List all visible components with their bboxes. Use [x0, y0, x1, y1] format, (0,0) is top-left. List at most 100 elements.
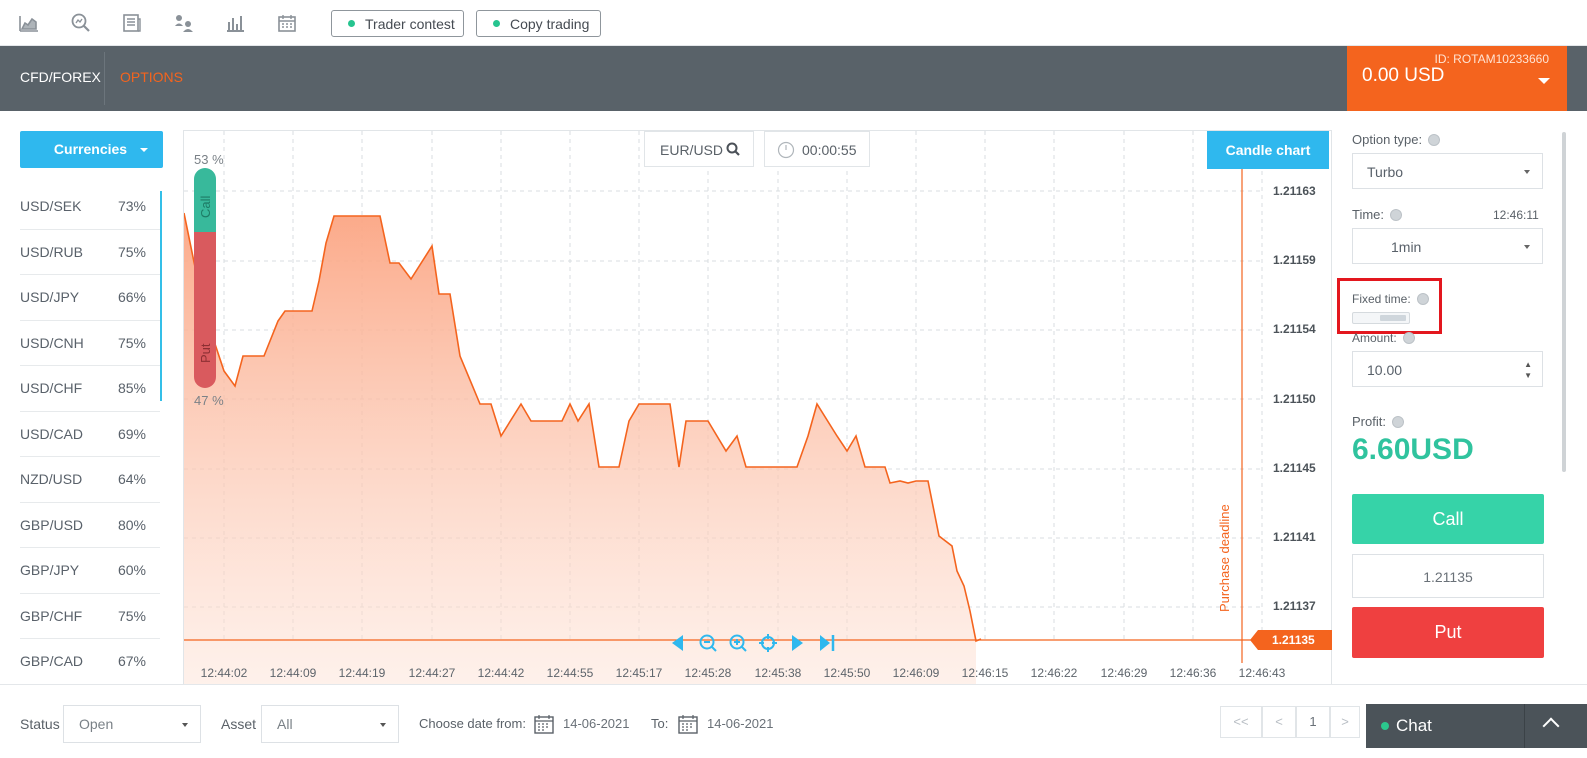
- date-from-label: Choose date from:: [419, 716, 526, 731]
- price-chart-canvas: [184, 131, 1264, 686]
- x-tick: 12:46:29: [1100, 666, 1148, 680]
- calendar-icon[interactable]: [533, 714, 555, 734]
- asset-filter-select[interactable]: All: [261, 705, 399, 743]
- help-icon[interactable]: [1390, 209, 1403, 221]
- time-label-text: Time:: [1352, 207, 1385, 222]
- fixed-time-highlight: [1337, 278, 1442, 334]
- asset-filter-label: Asset: [221, 716, 257, 732]
- trader-contest-label: Trader contest: [365, 15, 455, 32]
- amount-label-text: Amount:: [1352, 331, 1397, 345]
- pair-item[interactable]: GBP/USD 80%: [20, 503, 160, 548]
- pair-item[interactable]: NZD/USD 64%: [20, 457, 160, 503]
- fixed-time-toggle[interactable]: [1352, 312, 1410, 324]
- current-quote: 1.21135: [1352, 554, 1544, 598]
- pair-name: GBP/CAD: [20, 653, 84, 670]
- x-tick: 12:45:38: [754, 666, 802, 680]
- pair-item[interactable]: GBP/JPY 60%: [20, 548, 160, 594]
- x-tick: 12:45:17: [615, 666, 663, 680]
- pair-item[interactable]: USD/CHF 85%: [20, 366, 160, 412]
- tab-options[interactable]: OPTIONS: [120, 46, 183, 111]
- amount-input[interactable]: 10.00 ▲ ▼: [1352, 351, 1543, 387]
- chevron-down-icon: [1538, 78, 1550, 84]
- y-tick: 1.21159: [1273, 253, 1316, 267]
- date-to-input[interactable]: 14-06-2021: [707, 716, 774, 731]
- candle-chart-button[interactable]: Candle chart: [1207, 131, 1329, 169]
- balance-dropdown[interactable]: ID: ROTAM10233660 0.00 USD: [1347, 46, 1567, 111]
- crosshair-icon[interactable]: [758, 633, 778, 653]
- chat-label: Chat: [1396, 716, 1432, 735]
- status-select[interactable]: Open: [63, 705, 201, 743]
- countdown-timer: 00:00:55: [764, 131, 870, 167]
- pair-item[interactable]: USD/CNH 75%: [20, 321, 160, 366]
- pair-item[interactable]: GBP/CAD 67%: [20, 639, 160, 685]
- y-tick: 1.21154: [1273, 322, 1316, 336]
- chevron-down-icon: [380, 723, 386, 727]
- scroll-left-icon[interactable]: [668, 633, 688, 653]
- expiry-time-value: 1min: [1391, 239, 1422, 255]
- pair-list-scrollbar[interactable]: [160, 191, 162, 401]
- trader-contest-button[interactable]: Trader contest: [331, 10, 464, 37]
- amount-stepper-icon[interactable]: ▲ ▼: [1524, 359, 1532, 381]
- copy-trading-button[interactable]: Copy trading: [476, 10, 601, 37]
- pair-item[interactable]: GBP/CHF 75%: [20, 594, 160, 639]
- expiry-time-select[interactable]: 1min: [1352, 228, 1543, 264]
- amount-label: Amount:: [1352, 331, 1415, 345]
- scroll-right-icon[interactable]: [787, 633, 807, 653]
- online-dot-icon: [348, 20, 355, 27]
- x-tick: 12:46:36: [1169, 666, 1217, 680]
- pair-item[interactable]: USD/RUB 75%: [20, 230, 160, 275]
- tab-cfd-forex[interactable]: CFD/FOREX: [20, 46, 101, 111]
- option-type-label: Option type:: [1352, 132, 1441, 147]
- help-icon[interactable]: [1416, 293, 1429, 305]
- pair-item[interactable]: USD/CAD 69%: [20, 412, 160, 457]
- people-icon[interactable]: [173, 12, 195, 34]
- price-chart[interactable]: [183, 130, 1332, 686]
- help-icon[interactable]: [1391, 416, 1404, 428]
- x-tick: 12:44:09: [269, 666, 317, 680]
- pair-item[interactable]: USD/SEK 73%: [20, 184, 160, 230]
- news-icon[interactable]: [121, 12, 143, 34]
- pair-name: USD/SEK: [20, 198, 82, 215]
- date-from-input[interactable]: 14-06-2021: [563, 716, 630, 731]
- scroll-to-end-icon[interactable]: [817, 633, 837, 653]
- pager-current-page[interactable]: 1: [1296, 706, 1330, 738]
- toggle-knob: [1380, 315, 1406, 321]
- calendar-icon[interactable]: [276, 12, 298, 34]
- x-tick: 12:44:55: [546, 666, 594, 680]
- x-tick: 12:44:27: [408, 666, 456, 680]
- pair-name: USD/CHF: [20, 380, 83, 397]
- put-button[interactable]: Put: [1352, 607, 1544, 658]
- status-value: Open: [79, 716, 114, 732]
- pager-next-button[interactable]: >: [1330, 706, 1360, 738]
- asset-search-box[interactable]: EUR/USD: [644, 131, 754, 167]
- search-chart-icon[interactable]: [70, 12, 92, 34]
- asset-list-panel: Currencies USD/SEK 73% USD/RUB 75% USD/JPY…: [0, 111, 175, 685]
- pager-first-button[interactable]: <<: [1220, 706, 1262, 738]
- call-button[interactable]: Call: [1352, 494, 1544, 544]
- pair-name: USD/CNH: [20, 334, 84, 351]
- option-type-label-text: Option type:: [1352, 132, 1423, 147]
- page-scrollbar[interactable]: [1562, 132, 1566, 472]
- date-to-label: To:: [651, 716, 669, 731]
- x-tick: 12:45:28: [684, 666, 732, 680]
- pager-prev-button[interactable]: <: [1262, 706, 1296, 738]
- chevron-down-icon: [140, 148, 148, 152]
- pair-name: NZD/USD: [20, 471, 83, 488]
- x-tick: 12:44:19: [338, 666, 386, 680]
- option-type-select[interactable]: Turbo: [1352, 153, 1543, 189]
- currencies-dropdown[interactable]: Currencies: [20, 131, 163, 168]
- y-tick: 1.21137: [1273, 599, 1316, 613]
- timer-value: 00:00:55: [802, 142, 857, 158]
- pair-name: USD/RUB: [20, 243, 84, 260]
- calendar-icon[interactable]: [677, 714, 699, 734]
- zoom-in-icon[interactable]: [728, 633, 748, 653]
- chevron-up-icon[interactable]: [1542, 717, 1560, 735]
- area-chart-icon[interactable]: [18, 12, 40, 34]
- help-icon[interactable]: [1428, 134, 1441, 146]
- help-icon[interactable]: [1402, 332, 1415, 344]
- zoom-out-icon[interactable]: [698, 633, 718, 653]
- chat-widget[interactable]: Chat: [1366, 704, 1587, 748]
- bar-chart-icon[interactable]: [224, 12, 246, 34]
- profit-value: 6.60USD: [1352, 433, 1474, 466]
- pair-item[interactable]: USD/JPY 66%: [20, 275, 160, 321]
